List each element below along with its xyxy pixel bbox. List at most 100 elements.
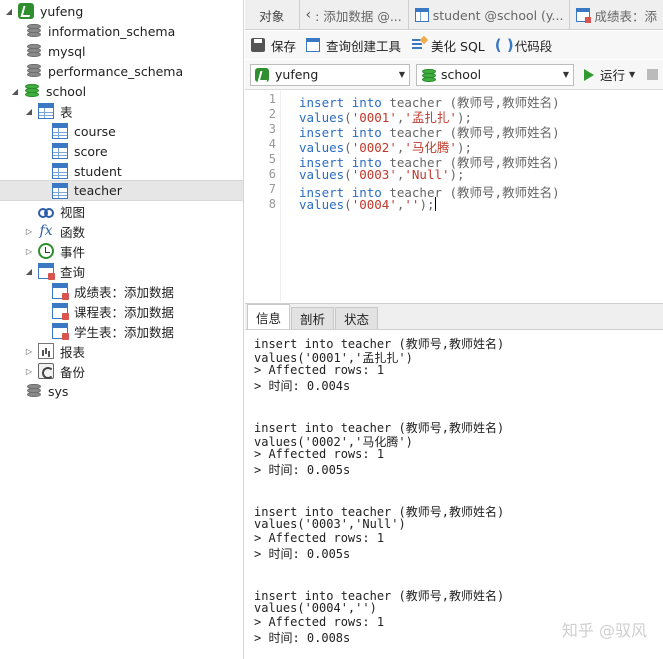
tree-query-3[interactable]: 学生表：添加数据 <box>0 321 243 341</box>
table-group-icon <box>38 103 54 119</box>
query-builder-button[interactable]: 查询创建工具 <box>306 36 401 55</box>
line-number-gutter: 1 2 3 4 5 6 7 8 <box>245 91 281 301</box>
tree-table-teacher[interactable]: teacher <box>0 180 243 201</box>
line-number: 3 <box>268 122 276 136</box>
sql-keyword: values <box>299 167 345 182</box>
tree-table-score[interactable]: score <box>0 141 243 161</box>
table-label: course <box>74 123 116 139</box>
tab-message[interactable]: 信息 <box>247 304 291 329</box>
tab-label: 剖析 <box>300 312 326 327</box>
line-number: 2 <box>268 107 276 121</box>
table-icon <box>52 182 68 199</box>
tab-label: 状态 <box>344 312 370 327</box>
tab-student-table[interactable]: student @school (y... <box>409 0 571 29</box>
output-line: > Affected rows: 1 <box>254 363 385 377</box>
snippet-label: 代码段 <box>514 38 553 54</box>
tree-db-performance-schema[interactable]: performance_schema <box>0 61 243 81</box>
beautify-label: 美化 SQL <box>431 38 485 54</box>
query-label: 成绩表：添加数据 <box>74 284 175 300</box>
expand-arrow-icon[interactable]: ▷ <box>24 246 34 256</box>
document-tabs: 对象 ‹ : 添加数据 @... student @school (y... 成… <box>245 0 663 30</box>
tree-views[interactable]: 视图 <box>0 201 243 221</box>
connection-icon <box>255 67 269 82</box>
collapse-arrow-icon[interactable]: ◢ <box>10 86 20 96</box>
tree-tables-group[interactable]: ◢ 表 <box>0 101 243 121</box>
save-button[interactable]: 保存 <box>251 36 296 55</box>
output-line: values('0004','') <box>254 601 377 615</box>
tree-table-student[interactable]: student <box>0 161 243 181</box>
tree-db-mysql[interactable]: mysql <box>0 41 243 61</box>
table-label: score <box>74 143 108 159</box>
tab-label: 信息 <box>256 310 282 326</box>
result-tabs: 信息 剖析 状态 <box>245 303 663 330</box>
tab-profile[interactable]: 剖析 <box>291 307 335 329</box>
database-icon <box>421 68 436 82</box>
collapse-arrow-icon[interactable]: ◢ <box>24 266 34 276</box>
tree-backup[interactable]: ▷ 备份 <box>0 361 243 381</box>
tables-group-label: 表 <box>60 104 73 120</box>
watermark: 知乎 @驭风 <box>561 621 647 640</box>
tree-events[interactable]: ▷ 事件 <box>0 241 243 261</box>
tree-functions[interactable]: ▷ fx 函数 <box>0 221 243 241</box>
expand-arrow-icon[interactable]: ▷ <box>24 366 34 376</box>
stop-button[interactable] <box>647 69 659 80</box>
save-disk-icon <box>251 38 265 52</box>
expand-arrow-icon[interactable]: ▷ <box>24 346 34 356</box>
tab-status[interactable]: 状态 <box>335 307 379 329</box>
snippet-parentheses-icon: ( ) <box>494 36 514 54</box>
tree-connection-yufeng[interactable]: ◢ yufeng <box>0 1 243 21</box>
tab-objects[interactable]: 对象 <box>245 0 300 29</box>
database-select[interactable]: school ▼ <box>416 63 574 86</box>
query-icon <box>576 8 592 23</box>
collapse-arrow-icon[interactable]: ◢ <box>4 6 14 16</box>
tree-db-information-schema[interactable]: information_schema <box>0 21 243 41</box>
query-builder-icon <box>306 38 321 52</box>
table-icon <box>52 123 68 139</box>
connection-icon <box>18 3 34 19</box>
chevron-down-icon[interactable]: ▼ <box>629 70 635 79</box>
report-chart-icon <box>38 343 54 359</box>
database-icon <box>26 23 42 39</box>
output-line: > 时间: 0.004s <box>254 379 351 393</box>
output-line: > Affected rows: 1 <box>254 531 385 545</box>
tab-label: student @school (y... <box>432 7 564 23</box>
query-icon <box>52 323 69 340</box>
tree-db-sys[interactable]: sys <box>0 381 243 401</box>
table-icon <box>52 163 68 179</box>
tree-query-1[interactable]: 成绩表：添加数据 <box>0 281 243 301</box>
run-label: 运行 <box>600 68 626 83</box>
tab-query-add-data[interactable]: ‹ : 添加数据 @... <box>300 0 409 29</box>
reports-label: 报表 <box>60 344 86 360</box>
tree-table-course[interactable]: course <box>0 121 243 141</box>
output-line: > Affected rows: 1 <box>254 615 385 629</box>
tab-score-query[interactable]: 成绩表：添 <box>570 0 663 29</box>
tree-reports[interactable]: ▷ 报表 <box>0 341 243 361</box>
connection-selector-bar: yufeng ▼ school ▼ 运行 ▼ <box>245 60 663 90</box>
table-label: teacher <box>74 183 122 198</box>
code-snippet-button[interactable]: ( ) 代码段 <box>495 36 553 55</box>
run-button[interactable]: 运行 ▼ <box>584 65 635 84</box>
table-icon <box>52 143 68 159</box>
sql-editor[interactable]: 1 2 3 4 5 6 7 8 insert into teacher (教师号… <box>245 91 663 301</box>
database-label: school <box>46 83 87 99</box>
connection-select[interactable]: yufeng ▼ <box>250 63 410 86</box>
collapse-arrow-icon[interactable]: ◢ <box>24 106 34 116</box>
tree-queries-group[interactable]: ◢ 查询 <box>0 261 243 281</box>
query-label: 课程表：添加数据 <box>74 304 175 320</box>
code-line: values('0004',''); <box>299 197 436 212</box>
beautify-sql-button[interactable]: 美化 SQL <box>411 36 485 55</box>
expand-arrow-icon[interactable]: ▷ <box>24 226 34 236</box>
queries-group-label: 查询 <box>60 264 86 280</box>
backup-icon <box>38 363 54 379</box>
message-output: insert into teacher (教师号,教师姓名) values('0… <box>245 331 663 659</box>
chevron-down-icon[interactable]: ▼ <box>399 70 405 79</box>
database-icon <box>24 83 40 99</box>
tree-query-2[interactable]: 课程表：添加数据 <box>0 301 243 321</box>
tab-scroll-left-icon[interactable]: ‹ <box>306 7 312 23</box>
output-line: values('0003','Null') <box>254 517 406 531</box>
tree-db-school[interactable]: ◢ school <box>0 81 243 101</box>
beautify-wand-icon <box>411 38 425 52</box>
table-label: student <box>74 163 122 179</box>
chevron-down-icon[interactable]: ▼ <box>563 70 569 79</box>
line-number: 6 <box>268 167 276 181</box>
